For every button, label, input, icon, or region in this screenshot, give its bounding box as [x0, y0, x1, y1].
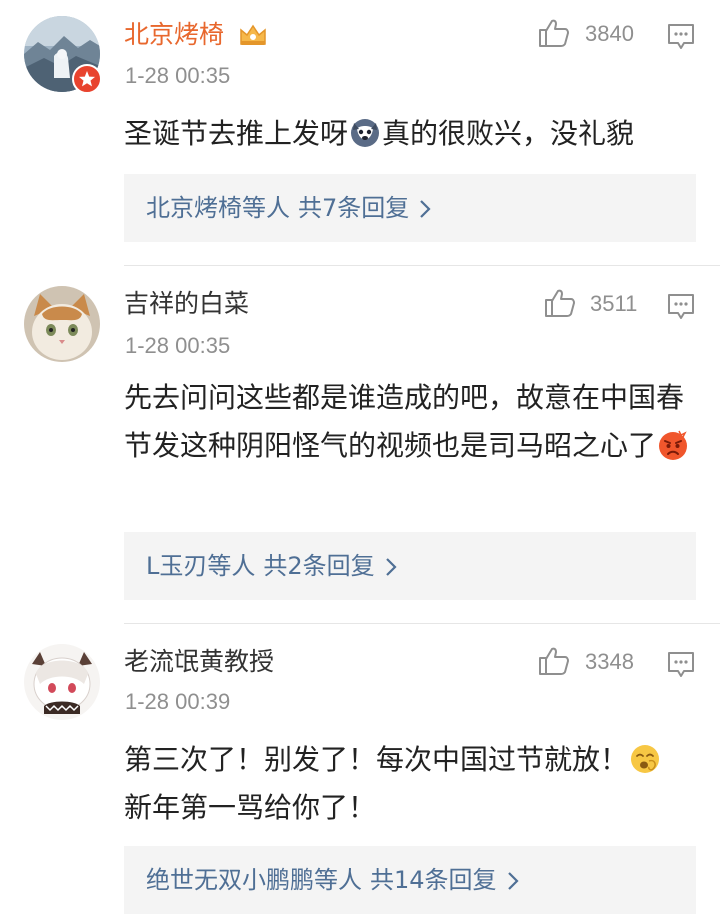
replies-link[interactable]: L玉刃等人 共2条回复 — [124, 532, 696, 600]
avatar[interactable] — [24, 286, 100, 362]
chevron-right-icon — [507, 872, 519, 890]
verified-badge-icon — [72, 64, 102, 94]
thumbs-up-icon[interactable] — [538, 18, 570, 48]
thumbs-up-icon[interactable] — [544, 288, 576, 318]
comment-text-part: 新年第一骂给你了！ — [124, 791, 377, 824]
angry-face-emoji — [659, 430, 688, 460]
reply-comment-icon[interactable] — [666, 650, 696, 680]
replies-link[interactable]: 绝世无双小鹏鹏等人 共14条回复 — [124, 846, 696, 914]
timestamp: 1-28 00:35 — [125, 333, 231, 358]
replies-link[interactable]: 北京烤椅等人 共7条回复 — [124, 174, 696, 242]
avatar-image — [24, 286, 100, 362]
like-count: 3348 — [585, 649, 634, 674]
reply-users: 北京烤椅等人 — [146, 194, 290, 222]
avatar-image — [24, 644, 100, 720]
comment-item: 老流氓黄教授 1-28 00:39 3348 第三次了！别发了！每次中国过节就放… — [0, 624, 720, 920]
reply-users: L玉刃等人 — [146, 552, 256, 580]
thumbs-up-icon[interactable] — [538, 646, 570, 676]
like-count: 3511 — [590, 291, 638, 316]
username[interactable]: 老流氓黄教授 — [124, 646, 274, 678]
reply-comment-icon[interactable] — [666, 292, 696, 322]
chevron-right-icon — [420, 200, 431, 218]
timestamp: 1-28 00:39 — [125, 689, 231, 714]
husky-face-emoji — [351, 119, 380, 147]
comment-text-part: 圣诞节去推上发呀 — [124, 117, 349, 150]
comment-text: 圣诞节去推上发呀 真的很败兴，没礼貌 — [124, 110, 699, 158]
chevron-right-icon — [385, 558, 397, 576]
comment-text: 先去问问这些都是谁造成的吧，故意在中国春节发这种阴阳怪气的视频也是司马昭之心了 — [124, 374, 699, 470]
reply-comment-icon[interactable] — [666, 22, 696, 52]
comment-text-part: 第三次了！别发了！每次中国过节就放！ — [124, 743, 629, 776]
reply-users: 绝世无双小鹏鹏等人 — [146, 866, 362, 894]
comment-text-part: 先去问问这些都是谁造成的吧，故意在中国春节发这种阴阳怪气的视频也是司马昭之心了 — [124, 381, 685, 462]
comment-item: 吉祥的白菜 1-28 00:35 3511 先去问问这些都是谁造成的吧，故意在中… — [0, 266, 720, 624]
reply-count: 共14条回复 — [370, 866, 497, 894]
avatar[interactable] — [24, 644, 100, 720]
reply-count: 共2条回复 — [263, 552, 375, 580]
username[interactable]: 吉祥的白菜 — [124, 288, 249, 320]
comment-item: 北京烤椅 1-28 00:35 3840 圣诞节去推上发呀 真的很败兴，没礼貌 … — [0, 0, 720, 265]
reply-count: 共7条回复 — [298, 194, 410, 222]
timestamp: 1-28 00:35 — [125, 63, 231, 88]
crown-vip-icon — [240, 24, 266, 45]
username[interactable]: 北京烤椅 — [124, 19, 224, 51]
yawning-face-emoji — [631, 745, 660, 773]
comment-text-part: 真的很败兴，没礼貌 — [382, 117, 635, 150]
comment-text: 第三次了！别发了！每次中国过节就放！ 新年第一骂给你了！ — [124, 736, 699, 832]
like-count: 3840 — [585, 21, 634, 46]
